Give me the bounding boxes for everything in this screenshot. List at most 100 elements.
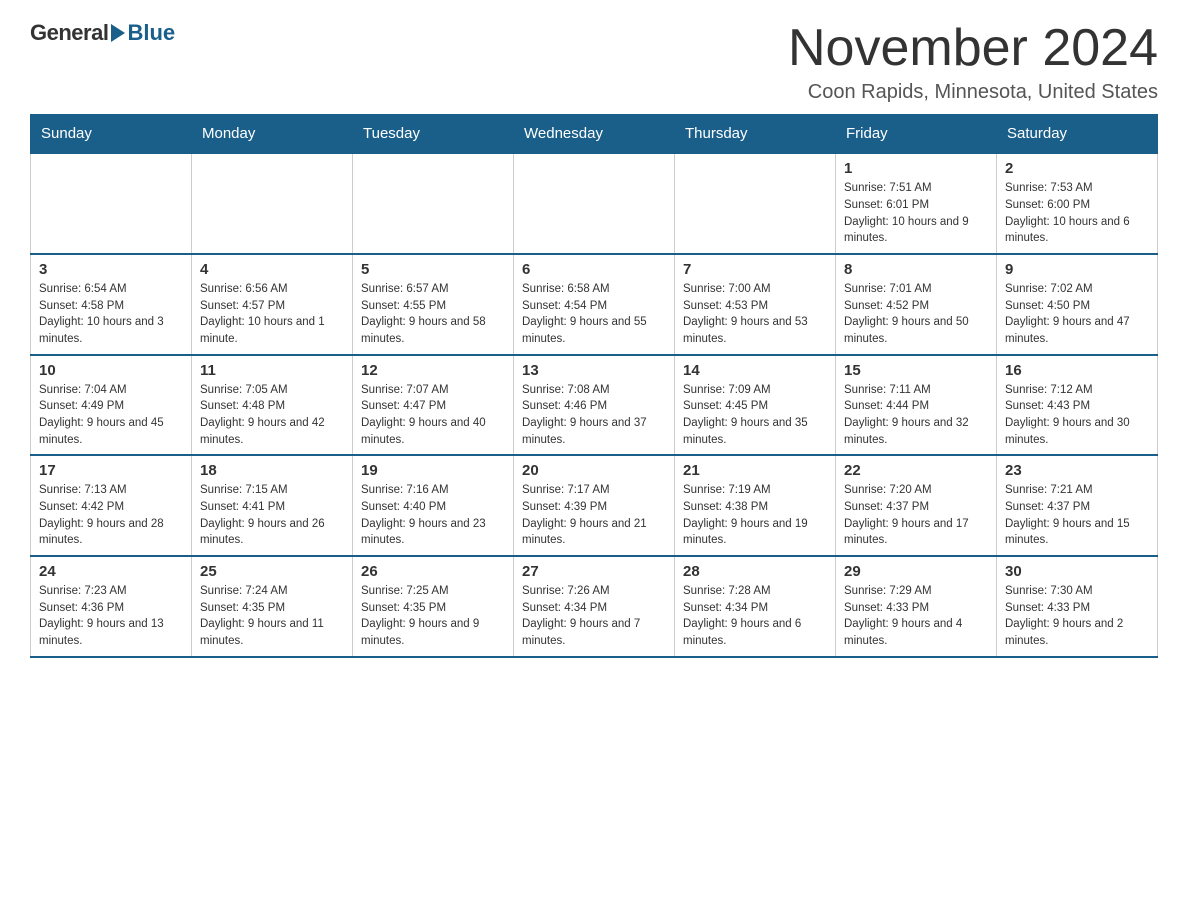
month-title: November 2024: [788, 20, 1158, 77]
calendar-cell: 6 Sunrise: 6:58 AM Sunset: 4:54 PM Daylig…: [514, 254, 675, 355]
day-info: Sunrise: 7:16 AM Sunset: 4:40 PM Dayligh…: [361, 482, 505, 549]
day-info: Sunrise: 7:23 AM Sunset: 4:36 PM Dayligh…: [39, 583, 183, 650]
logo: General Blue: [30, 20, 175, 46]
logo-triangle-icon: [111, 24, 125, 42]
calendar-cell: 20 Sunrise: 7:17 AM Sunset: 4:39 PM Dayli…: [514, 455, 675, 556]
calendar-cell: 4 Sunrise: 6:56 AM Sunset: 4:57 PM Daylig…: [192, 254, 353, 355]
day-info: Sunrise: 6:54 AM Sunset: 4:58 PM Dayligh…: [39, 281, 183, 348]
weekday-header-sunday: Sunday: [31, 115, 192, 154]
day-info: Sunrise: 7:29 AM Sunset: 4:33 PM Dayligh…: [844, 583, 988, 650]
day-info: Sunrise: 7:01 AM Sunset: 4:52 PM Dayligh…: [844, 281, 988, 348]
day-info: Sunrise: 7:26 AM Sunset: 4:34 PM Dayligh…: [522, 583, 666, 650]
day-info: Sunrise: 7:17 AM Sunset: 4:39 PM Dayligh…: [522, 482, 666, 549]
calendar-cell: 12 Sunrise: 7:07 AM Sunset: 4:47 PM Dayli…: [353, 355, 514, 456]
weekday-header-row: SundayMondayTuesdayWednesdayThursdayFrid…: [31, 115, 1158, 154]
day-info: Sunrise: 6:57 AM Sunset: 4:55 PM Dayligh…: [361, 281, 505, 348]
calendar-cell: 24 Sunrise: 7:23 AM Sunset: 4:36 PM Dayli…: [31, 556, 192, 657]
day-info: Sunrise: 7:53 AM Sunset: 6:00 PM Dayligh…: [1005, 180, 1149, 247]
page-header: General Blue November 2024 Coon Rapids, …: [30, 20, 1158, 104]
calendar-cell: 8 Sunrise: 7:01 AM Sunset: 4:52 PM Daylig…: [836, 254, 997, 355]
day-number: 14: [683, 362, 827, 379]
calendar-cell: [514, 153, 675, 254]
day-info: Sunrise: 7:20 AM Sunset: 4:37 PM Dayligh…: [844, 482, 988, 549]
calendar-cell: 5Sunrise: 6:57 AM Sunset: 4:55 PM Daylig…: [353, 254, 514, 355]
calendar-cell: 27Sunrise: 7:26 AM Sunset: 4:34 PM Dayli…: [514, 556, 675, 657]
day-info: Sunrise: 7:08 AM Sunset: 4:46 PM Dayligh…: [522, 382, 666, 449]
day-number: 25: [200, 563, 344, 580]
day-info: Sunrise: 6:56 AM Sunset: 4:57 PM Dayligh…: [200, 281, 344, 348]
day-number: 9: [1005, 261, 1149, 278]
day-number: 17: [39, 462, 183, 479]
calendar-cell: 21 Sunrise: 7:19 AM Sunset: 4:38 PM Dayli…: [675, 455, 836, 556]
calendar-cell: 15 Sunrise: 7:11 AM Sunset: 4:44 PM Dayli…: [836, 355, 997, 456]
day-number: 6: [522, 261, 666, 278]
day-number: 28: [683, 563, 827, 580]
day-info: Sunrise: 7:24 AM Sunset: 4:35 PM Dayligh…: [200, 583, 344, 650]
calendar-cell: 10Sunrise: 7:04 AM Sunset: 4:49 PM Dayli…: [31, 355, 192, 456]
day-number: 20: [522, 462, 666, 479]
day-number: 3: [39, 261, 183, 278]
week-row-4: 17 Sunrise: 7:13 AM Sunset: 4:42 PM Dayli…: [31, 455, 1158, 556]
day-number: 7: [683, 261, 827, 278]
calendar-cell: 30 Sunrise: 7:30 AM Sunset: 4:33 PM Dayli…: [997, 556, 1158, 657]
weekday-header-monday: Monday: [192, 115, 353, 154]
week-row-5: 24 Sunrise: 7:23 AM Sunset: 4:36 PM Dayli…: [31, 556, 1158, 657]
day-info: Sunrise: 7:12 AM Sunset: 4:43 PM Dayligh…: [1005, 382, 1149, 449]
calendar-cell: 22Sunrise: 7:20 AM Sunset: 4:37 PM Dayli…: [836, 455, 997, 556]
day-number: 8: [844, 261, 988, 278]
weekday-header-tuesday: Tuesday: [353, 115, 514, 154]
day-info: Sunrise: 7:15 AM Sunset: 4:41 PM Dayligh…: [200, 482, 344, 549]
calendar-cell: 11Sunrise: 7:05 AM Sunset: 4:48 PM Dayli…: [192, 355, 353, 456]
day-number: 1: [844, 160, 988, 177]
weekday-header-friday: Friday: [836, 115, 997, 154]
logo-blue-text: Blue: [127, 20, 175, 46]
weekday-header-wednesday: Wednesday: [514, 115, 675, 154]
day-info: Sunrise: 6:58 AM Sunset: 4:54 PM Dayligh…: [522, 281, 666, 348]
logo-general-text: General: [30, 20, 108, 46]
weekday-header-saturday: Saturday: [997, 115, 1158, 154]
day-info: Sunrise: 7:28 AM Sunset: 4:34 PM Dayligh…: [683, 583, 827, 650]
day-info: Sunrise: 7:25 AM Sunset: 4:35 PM Dayligh…: [361, 583, 505, 650]
calendar-cell: 25 Sunrise: 7:24 AM Sunset: 4:35 PM Dayli…: [192, 556, 353, 657]
day-info: Sunrise: 7:05 AM Sunset: 4:48 PM Dayligh…: [200, 382, 344, 449]
day-number: 23: [1005, 462, 1149, 479]
calendar-cell: 17 Sunrise: 7:13 AM Sunset: 4:42 PM Dayli…: [31, 455, 192, 556]
day-number: 18: [200, 462, 344, 479]
day-number: 10: [39, 362, 183, 379]
day-info: Sunrise: 7:30 AM Sunset: 4:33 PM Dayligh…: [1005, 583, 1149, 650]
title-area: November 2024 Coon Rapids, Minnesota, Un…: [788, 20, 1158, 104]
day-number: 12: [361, 362, 505, 379]
day-number: 24: [39, 563, 183, 580]
calendar-cell: 18 Sunrise: 7:15 AM Sunset: 4:41 PM Dayli…: [192, 455, 353, 556]
day-number: 16: [1005, 362, 1149, 379]
day-number: 4: [200, 261, 344, 278]
calendar-cell: [31, 153, 192, 254]
day-info: Sunrise: 7:11 AM Sunset: 4:44 PM Dayligh…: [844, 382, 988, 449]
calendar-cell: [675, 153, 836, 254]
day-number: 13: [522, 362, 666, 379]
day-info: Sunrise: 7:07 AM Sunset: 4:47 PM Dayligh…: [361, 382, 505, 449]
location-title: Coon Rapids, Minnesota, United States: [788, 81, 1158, 104]
calendar-cell: 2 Sunrise: 7:53 AM Sunset: 6:00 PM Daylig…: [997, 153, 1158, 254]
day-number: 30: [1005, 563, 1149, 580]
day-info: Sunrise: 7:02 AM Sunset: 4:50 PM Dayligh…: [1005, 281, 1149, 348]
day-number: 15: [844, 362, 988, 379]
calendar-cell: 28 Sunrise: 7:28 AM Sunset: 4:34 PM Dayli…: [675, 556, 836, 657]
calendar-cell: 7 Sunrise: 7:00 AM Sunset: 4:53 PM Daylig…: [675, 254, 836, 355]
calendar-cell: 26 Sunrise: 7:25 AM Sunset: 4:35 PM Dayli…: [353, 556, 514, 657]
day-number: 21: [683, 462, 827, 479]
week-row-3: 10Sunrise: 7:04 AM Sunset: 4:49 PM Dayli…: [31, 355, 1158, 456]
calendar-cell: 1 Sunrise: 7:51 AM Sunset: 6:01 PM Daylig…: [836, 153, 997, 254]
day-number: 26: [361, 563, 505, 580]
day-number: 29: [844, 563, 988, 580]
week-row-2: 3 Sunrise: 6:54 AM Sunset: 4:58 PM Daylig…: [31, 254, 1158, 355]
calendar-cell: 19Sunrise: 7:16 AM Sunset: 4:40 PM Dayli…: [353, 455, 514, 556]
day-info: Sunrise: 7:19 AM Sunset: 4:38 PM Dayligh…: [683, 482, 827, 549]
calendar-cell: 9 Sunrise: 7:02 AM Sunset: 4:50 PM Daylig…: [997, 254, 1158, 355]
week-row-1: 1 Sunrise: 7:51 AM Sunset: 6:01 PM Daylig…: [31, 153, 1158, 254]
day-info: Sunrise: 7:09 AM Sunset: 4:45 PM Dayligh…: [683, 382, 827, 449]
day-info: Sunrise: 7:00 AM Sunset: 4:53 PM Dayligh…: [683, 281, 827, 348]
day-info: Sunrise: 7:51 AM Sunset: 6:01 PM Dayligh…: [844, 180, 988, 247]
day-number: 2: [1005, 160, 1149, 177]
day-info: Sunrise: 7:13 AM Sunset: 4:42 PM Dayligh…: [39, 482, 183, 549]
